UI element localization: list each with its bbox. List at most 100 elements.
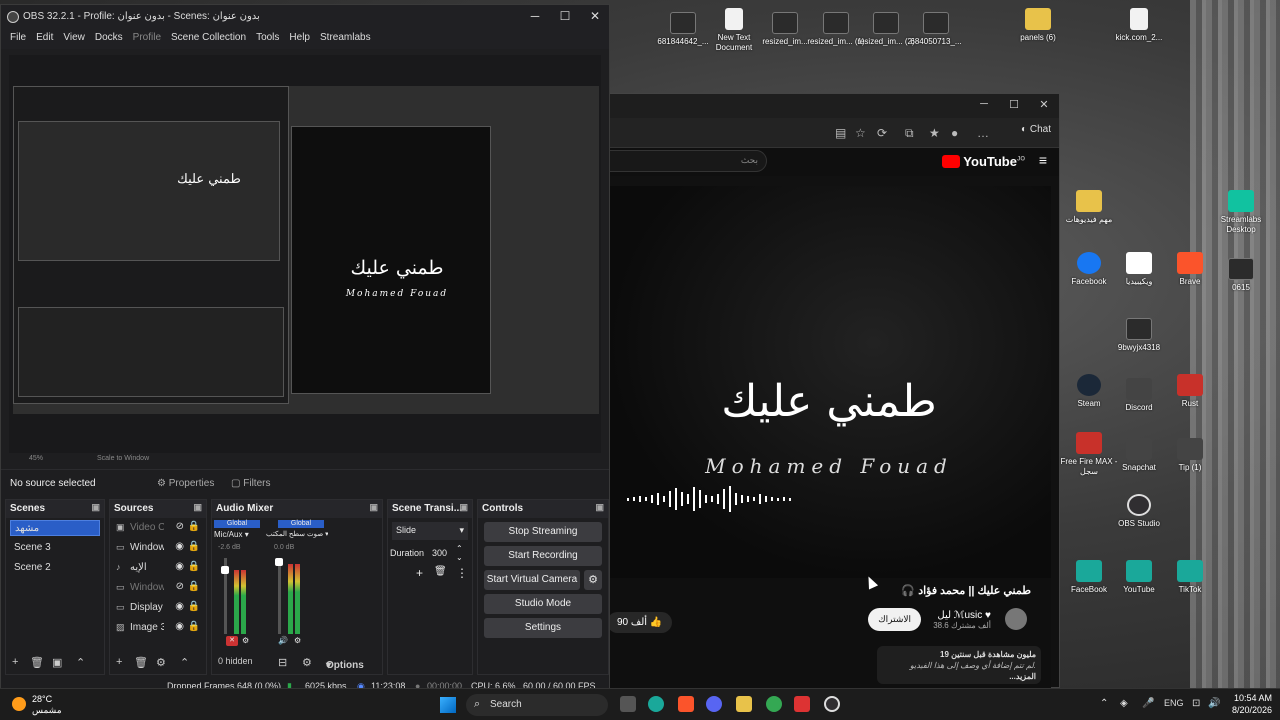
maximize-icon[interactable]: ☐ xyxy=(1007,98,1021,111)
desktop-icon[interactable]: Tip (1) xyxy=(1159,438,1221,473)
favorite-icon[interactable]: ☆ xyxy=(855,126,866,140)
fader-knob[interactable] xyxy=(275,558,283,566)
menu-tools[interactable]: Tools xyxy=(251,29,284,49)
chrome-icon[interactable] xyxy=(766,696,782,712)
scale-mode[interactable]: Scale to Window xyxy=(97,455,149,462)
chevron-up-icon[interactable]: ⌃ xyxy=(1100,698,1108,709)
trash-icon[interactable]: 🗑 xyxy=(30,656,44,669)
studio-mode-button[interactable]: Studio Mode xyxy=(484,594,602,614)
desktop-icon[interactable]: 0615 xyxy=(1210,258,1272,293)
taskbar-search[interactable]: ⌕ Search xyxy=(466,694,608,716)
eye-icon[interactable]: ◉ xyxy=(175,561,184,572)
more-icon[interactable]: ⋮ xyxy=(456,566,468,580)
clock[interactable]: 10:54 AM 8/20/2026 xyxy=(1232,692,1272,716)
menu-help[interactable]: Help xyxy=(284,29,315,49)
channel-name[interactable]: Mic/Aux ▾ xyxy=(214,530,249,539)
source-item[interactable]: ▭ Display ◉ 🔒 xyxy=(110,598,206,618)
dock-float-icon[interactable]: ▣ xyxy=(193,502,202,513)
more-icon[interactable]: … xyxy=(977,126,989,140)
hidden-eye-icon[interactable]: ⊘ xyxy=(176,521,184,532)
subscribe-button[interactable]: الاشتراك xyxy=(868,608,921,631)
desktop-icon[interactable]: Rust xyxy=(1159,374,1221,409)
gear-icon[interactable]: ⚙ xyxy=(584,570,602,590)
desktop-icon[interactable]: kick.com_2... xyxy=(1108,8,1170,43)
transition-select[interactable]: Slide ▾ xyxy=(392,522,468,540)
file-explorer-icon[interactable] xyxy=(736,696,752,712)
video-description[interactable]: 19 مليون مشاهدة قبل سنتين لم تتم إضافة أ… xyxy=(877,646,1041,684)
start-virtual-camera-button[interactable]: Start Virtual Camera xyxy=(484,570,580,590)
filter-icon[interactable]: ▣ xyxy=(52,656,62,669)
menu-view[interactable]: View xyxy=(58,29,90,49)
desktop-icon[interactable]: 684050713_... xyxy=(905,12,967,47)
stepper-icon[interactable]: ⌃ ⌄ xyxy=(456,544,463,562)
channel-info[interactable]: ليل ℳusic ♥ 38.6 ألف مشترك xyxy=(933,610,991,630)
dock-float-icon[interactable]: ▣ xyxy=(369,502,378,513)
source-item[interactable]: ▣ Video C ⊘ 🔒 xyxy=(110,518,206,538)
close-icon[interactable]: ✕ xyxy=(585,9,605,23)
source-item[interactable]: ▭ Window ⊘ 🔒 xyxy=(110,578,206,598)
menu-scene-collection[interactable]: Scene Collection xyxy=(166,29,251,49)
scene-item[interactable]: Scene 3 xyxy=(6,538,104,558)
edge-icon[interactable] xyxy=(648,696,664,712)
close-icon[interactable]: ✕ xyxy=(1037,98,1051,111)
add-icon[interactable]: + xyxy=(12,656,18,668)
profile-avatar-icon[interactable]: ● xyxy=(951,126,958,140)
menu-streamlabs[interactable]: Streamlabs xyxy=(315,29,376,49)
discord-icon[interactable] xyxy=(706,696,722,712)
obs-taskbar-icon[interactable] xyxy=(824,696,840,712)
add-icon[interactable]: + xyxy=(116,656,122,668)
filters-button[interactable]: ▢ Filters xyxy=(225,475,276,493)
task-view-icon[interactable] xyxy=(620,696,636,712)
lock-icon[interactable]: 🔒 xyxy=(188,581,200,592)
weather-widget[interactable]: 28°C مشمس xyxy=(12,694,62,716)
brave-icon[interactable] xyxy=(678,696,694,712)
start-recording-button[interactable]: Start Recording xyxy=(484,546,602,566)
streamlabs-taskbar-icon[interactable] xyxy=(794,696,810,712)
youtube-search-input[interactable]: بحث xyxy=(607,150,767,172)
desktop-icon[interactable]: OBS Studio xyxy=(1108,494,1170,529)
duration-input[interactable]: 300 xyxy=(432,548,447,558)
gear-icon[interactable]: ⚙ xyxy=(294,636,301,645)
language-indicator[interactable]: ENG xyxy=(1164,698,1184,708)
eye-icon[interactable]: ◉ xyxy=(175,621,184,632)
eye-icon[interactable]: ◉ xyxy=(175,541,184,552)
microphone-icon[interactable]: 🎤 xyxy=(1142,698,1154,709)
favorites-icon[interactable]: ★ xyxy=(929,126,940,140)
dock-float-icon[interactable]: ▣ xyxy=(595,502,604,513)
menu-docks[interactable]: Docks xyxy=(90,29,128,49)
eye-icon[interactable]: ◉ xyxy=(175,601,184,612)
source-item[interactable]: ♪ الإيه ◉ 🔒 xyxy=(110,558,206,578)
desktop-icon[interactable]: مهم فيديوهات xyxy=(1058,190,1120,225)
muted-speaker-icon[interactable]: ✕ xyxy=(226,636,238,646)
scene-item[interactable]: Scene 2 xyxy=(6,558,104,578)
zoom-level[interactable]: 45% xyxy=(29,455,43,462)
menu-edit[interactable]: Edit xyxy=(31,29,58,49)
lock-icon[interactable]: 🔒 xyxy=(188,601,200,612)
menu-profile[interactable]: Profile xyxy=(128,29,166,49)
stop-streaming-button[interactable]: Stop Streaming xyxy=(484,522,602,542)
channel-avatar[interactable] xyxy=(1005,608,1027,630)
windows-start-icon[interactable] xyxy=(440,697,456,713)
layout-icon[interactable]: ⊟ xyxy=(278,656,287,669)
lock-icon[interactable]: 🔒 xyxy=(188,541,200,552)
gear-icon[interactable]: ⚙ xyxy=(156,656,166,669)
hidden-eye-icon[interactable]: ⊘ xyxy=(176,581,184,592)
dock-float-icon[interactable]: ▣ xyxy=(91,502,100,513)
desktop-icon[interactable]: Streamlabs Desktop xyxy=(1210,190,1272,235)
minimize-icon[interactable]: ─ xyxy=(525,9,545,23)
source-item[interactable]: ▭ Window ◉ 🔒 xyxy=(110,538,206,558)
settings-button[interactable]: Settings xyxy=(484,618,602,638)
move-up-icon[interactable]: ⌃ xyxy=(76,656,85,669)
desktop-icon[interactable]: 9bwyjx4318 xyxy=(1108,318,1170,353)
volume-fader[interactable] xyxy=(278,558,281,634)
move-up-icon[interactable]: ⌃ xyxy=(180,656,189,669)
extensions-icon[interactable]: ⟳ xyxy=(877,126,887,140)
fader-knob[interactable] xyxy=(221,566,229,574)
scene-item[interactable]: مشهد xyxy=(10,520,100,536)
split-screen-icon[interactable]: ⧉ xyxy=(905,126,914,141)
menu-file[interactable]: File xyxy=(5,29,31,49)
discord-tray-icon[interactable]: ◈ xyxy=(1120,698,1128,709)
video-player[interactable]: طمني عليك Mohamed Fouad xyxy=(607,186,1051,578)
lock-icon[interactable]: 🔒 xyxy=(188,621,200,632)
hamburger-menu-icon[interactable]: ≡ xyxy=(1039,152,1047,168)
